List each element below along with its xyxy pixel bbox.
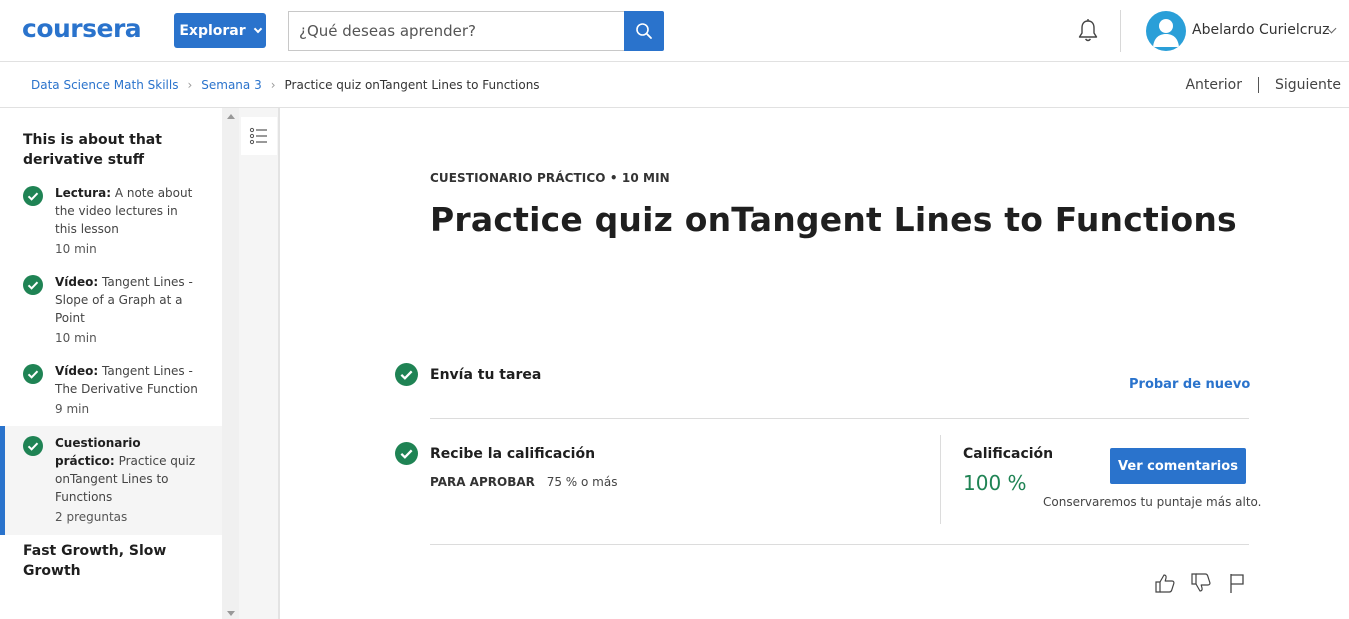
vertical-divider xyxy=(940,435,941,524)
top-header: coursera Explorar ¿Qué deseas aprender? … xyxy=(0,0,1349,62)
explore-button[interactable]: Explorar xyxy=(174,13,266,48)
item-kind: Vídeo: xyxy=(55,275,99,289)
search-button[interactable] xyxy=(624,11,664,51)
header-divider xyxy=(1120,10,1121,52)
feedback-actions xyxy=(1154,570,1248,596)
breadcrumb-course[interactable]: Data Science Math Skills xyxy=(31,78,178,92)
sidebar-item-video-2[interactable]: Vídeo: Tangent Lines - The Derivative Fu… xyxy=(0,362,222,418)
thumbs-down-icon xyxy=(1191,573,1211,592)
submit-step-label: Envía tu tarea xyxy=(430,367,542,383)
scroll-up-arrow-icon[interactable] xyxy=(227,114,235,119)
sidebar-scrollbar[interactable] xyxy=(222,108,239,619)
sidebar-section-title[interactable]: Fast Growth, Slow Growth xyxy=(0,541,222,581)
grade-label: Calificación xyxy=(963,446,1054,462)
pass-value: 75 % o más xyxy=(546,475,618,489)
item-kind: Lectura: xyxy=(55,186,111,200)
sidebar-item-video-1[interactable]: Vídeo: Tangent Lines - Slope of a Graph … xyxy=(0,273,222,347)
check-circle-icon xyxy=(23,186,43,206)
previous-button[interactable]: Anterior xyxy=(1185,77,1242,93)
grade-step-label: Recibe la calificación xyxy=(430,446,596,462)
item-duration: 10 min xyxy=(55,242,97,256)
check-circle-icon xyxy=(395,442,418,465)
list-icon xyxy=(249,127,267,145)
check-circle-icon xyxy=(23,436,43,456)
breadcrumb: Data Science Math Skills › Semana 3 › Pr… xyxy=(31,78,540,92)
check-circle-icon xyxy=(23,275,43,295)
search-icon xyxy=(636,23,652,39)
toggle-outline-button[interactable] xyxy=(241,117,277,155)
avatar-icon xyxy=(1153,19,1179,47)
item-kind: Vídeo: xyxy=(55,364,99,378)
user-name[interactable]: Abelardo Curielcruz xyxy=(1192,22,1329,38)
grade-value: 100 % xyxy=(963,471,1027,495)
divider xyxy=(430,418,1249,419)
page-title: Practice quiz onTangent Lines to Functio… xyxy=(430,200,1237,239)
breadcrumb-bar: Data Science Math Skills › Semana 3 › Pr… xyxy=(0,63,1349,108)
dislike-button[interactable] xyxy=(1190,570,1212,596)
pass-label: PARA APROBAR xyxy=(430,475,535,489)
item-pager: Anterior Siguiente xyxy=(1185,77,1341,93)
scroll-down-arrow-icon[interactable] xyxy=(227,611,235,616)
item-duration: 2 preguntas xyxy=(55,510,128,524)
chevron-down-icon xyxy=(253,24,262,34)
item-kicker: CUESTIONARIO PRÁCTICO • 10 MIN xyxy=(430,171,670,185)
pager-divider xyxy=(1257,77,1259,93)
breadcrumb-current: Practice quiz onTangent Lines to Functio… xyxy=(284,78,540,92)
retry-button[interactable]: Probar de nuevo xyxy=(1129,377,1250,392)
quiz-content: CUESTIONARIO PRÁCTICO • 10 MIN Practice … xyxy=(282,108,1349,619)
next-button[interactable]: Siguiente xyxy=(1275,77,1341,93)
search-input[interactable]: ¿Qué deseas aprender? xyxy=(288,11,624,51)
view-feedback-button[interactable]: Ver comentarios xyxy=(1110,448,1246,484)
chevron-right-icon: › xyxy=(187,78,193,92)
breadcrumb-week[interactable]: Semana 3 xyxy=(201,78,261,92)
sidebar-item-quiz[interactable]: Cuestionario práctico: Practice quiz onT… xyxy=(0,426,222,535)
course-sidebar: This is about that derivative stuff Lect… xyxy=(0,108,222,619)
divider xyxy=(430,544,1249,545)
item-duration: 9 min xyxy=(55,402,90,416)
explore-label: Explorar xyxy=(179,22,246,39)
flag-icon xyxy=(1230,574,1244,593)
item-duration: 10 min xyxy=(55,331,97,345)
check-circle-icon xyxy=(395,363,418,386)
tool-strip xyxy=(239,108,280,619)
notifications-button[interactable] xyxy=(1074,17,1102,45)
report-button[interactable] xyxy=(1226,570,1248,596)
check-circle-icon xyxy=(23,364,43,384)
highest-score-note: Conservaremos tu puntaje más alto. xyxy=(1043,495,1262,509)
search-placeholder: ¿Qué deseas aprender? xyxy=(299,22,477,40)
thumbs-up-icon xyxy=(1155,574,1175,593)
like-button[interactable] xyxy=(1154,570,1176,596)
bell-icon xyxy=(1078,19,1098,42)
coursera-logo[interactable]: coursera xyxy=(22,14,142,43)
avatar[interactable] xyxy=(1146,11,1186,51)
sidebar-section-title[interactable]: This is about that derivative stuff xyxy=(0,130,222,170)
passing-requirement: PARA APROBAR 75 % o más xyxy=(430,475,617,489)
chevron-right-icon: › xyxy=(270,78,276,92)
sidebar-item-reading[interactable]: Lectura: A note about the video lectures… xyxy=(0,184,222,258)
